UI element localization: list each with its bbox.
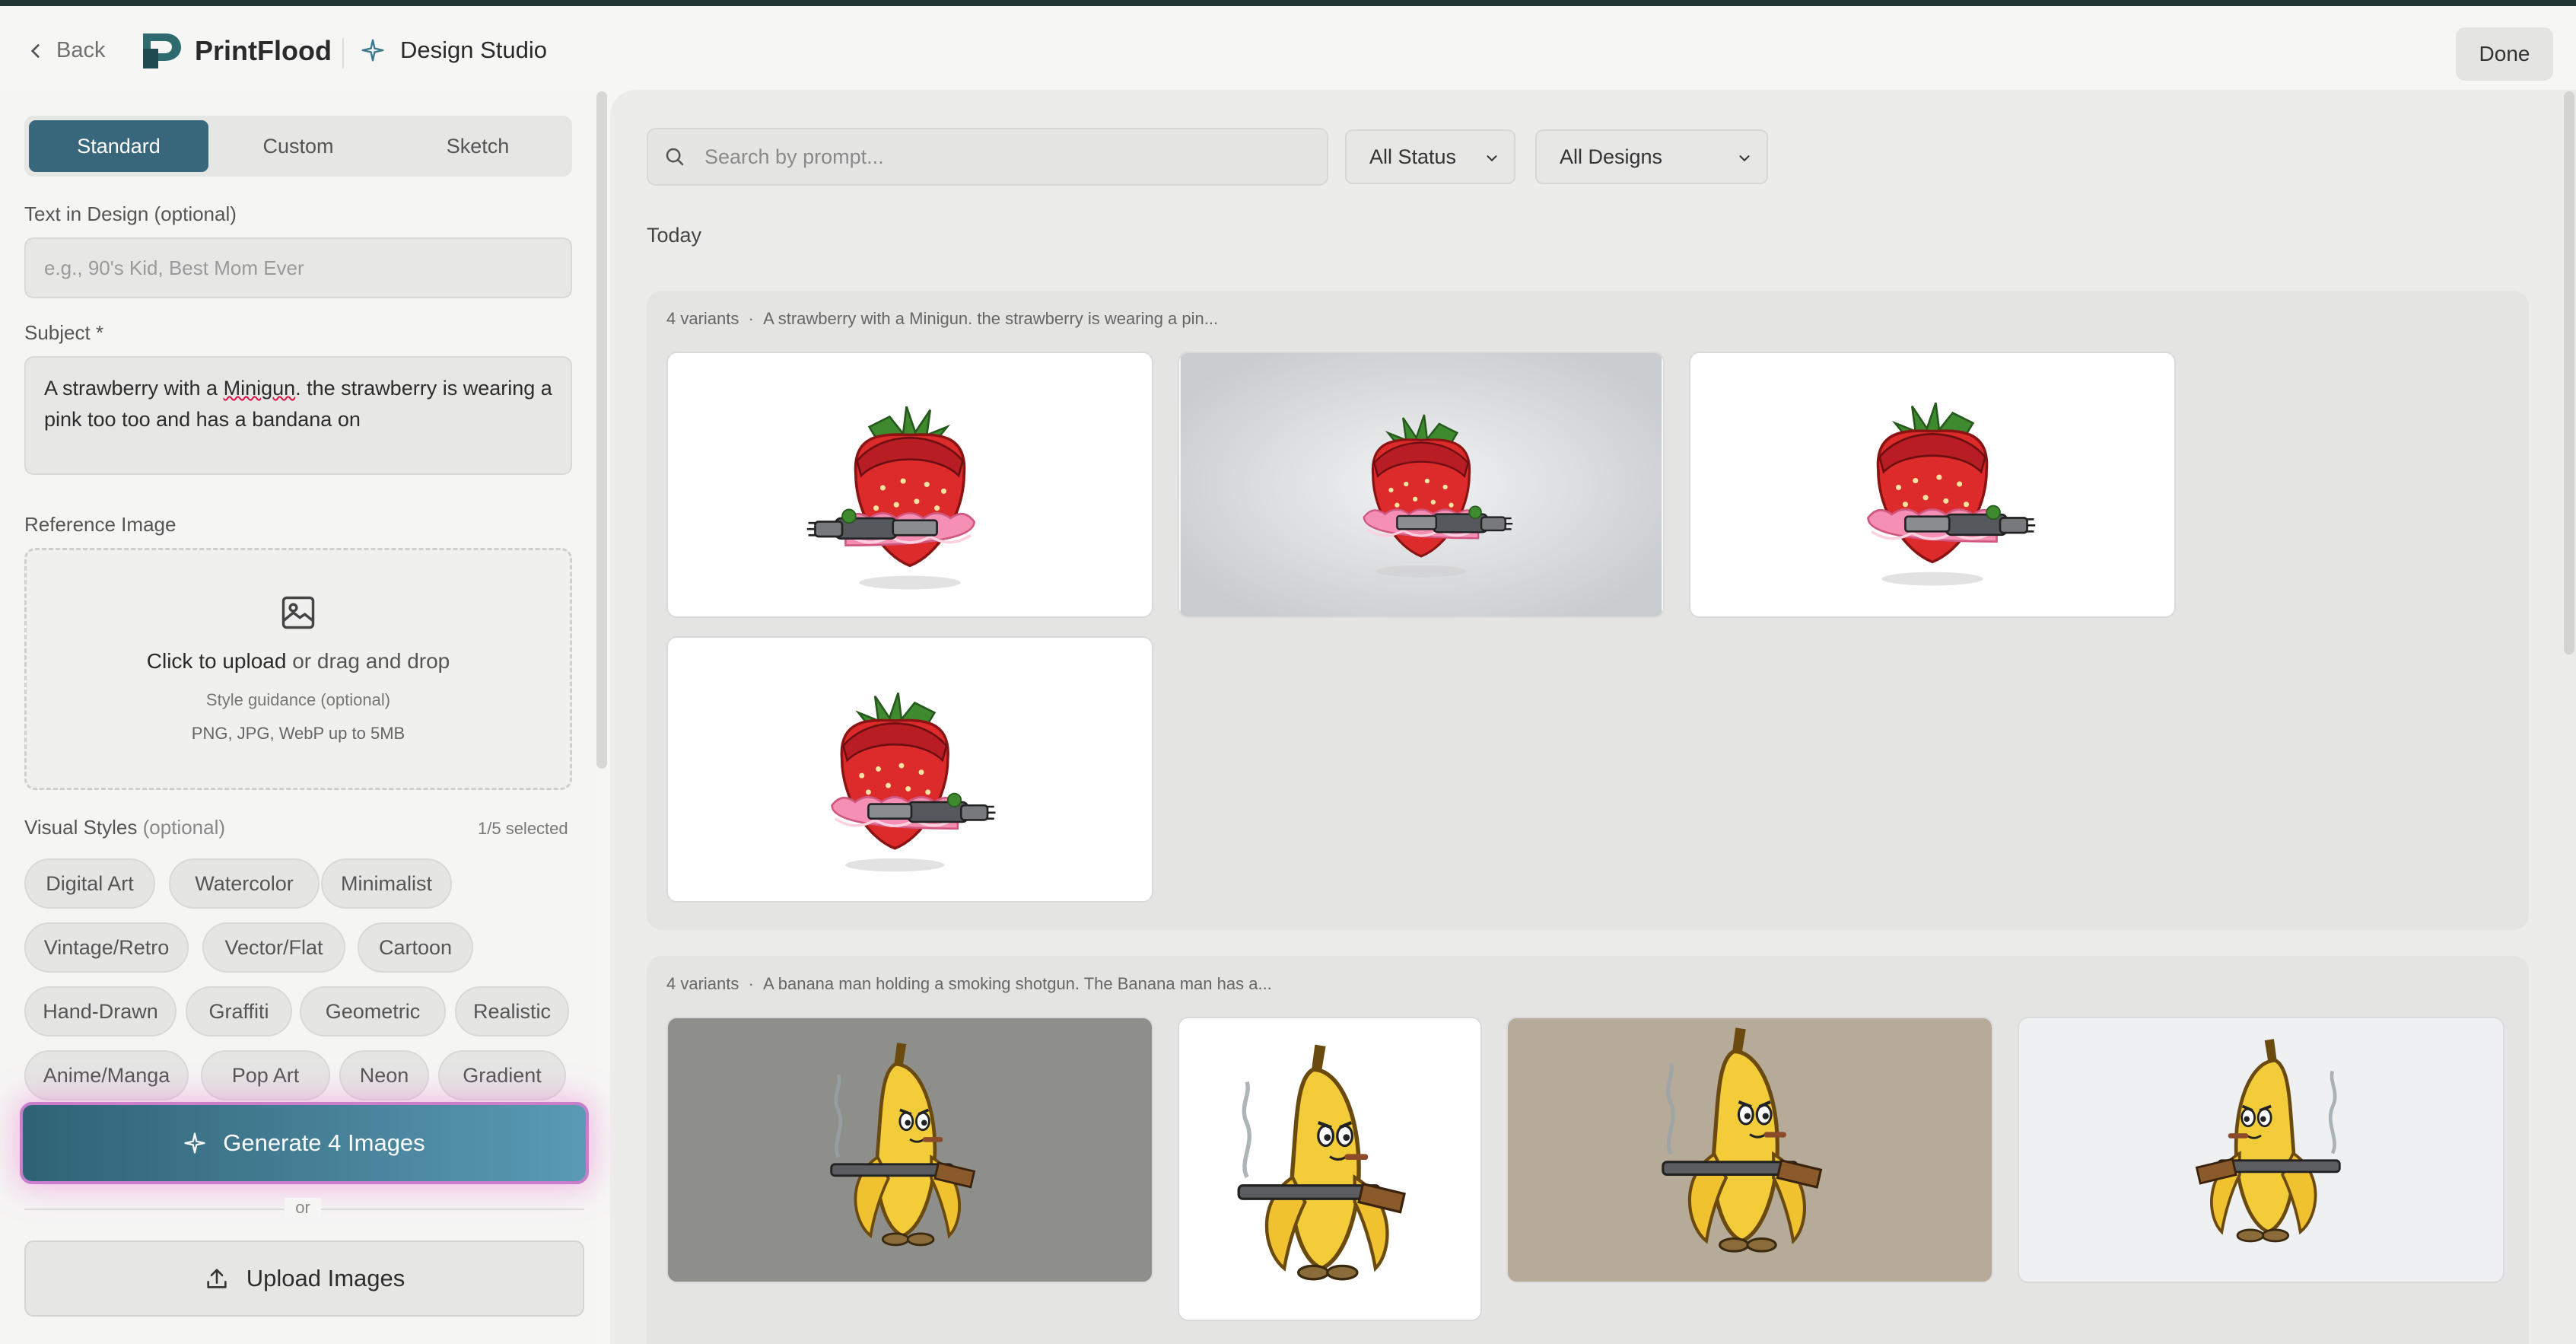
design-thumbnail[interactable]	[2018, 1017, 2504, 1283]
chip-pop-art[interactable]: Pop Art	[201, 1050, 330, 1100]
design-filter-select[interactable]: All Designs	[1535, 129, 1768, 184]
chip-vintage-retro[interactable]: Vintage/Retro	[24, 922, 189, 973]
generate-button[interactable]: Generate 4 Images	[23, 1105, 586, 1181]
reference-image-dropzone[interactable]: Click to upload or drag and drop Style g…	[24, 548, 572, 790]
group-variant-count: 4 variants	[666, 309, 739, 328]
status-filter-value: All Status	[1369, 145, 1457, 168]
design-thumbnail[interactable]	[1178, 1017, 1482, 1321]
banana-design-image	[1179, 1018, 1480, 1320]
upload-images-label: Upload Images	[246, 1265, 405, 1291]
group-variant-count: 4 variants	[666, 974, 739, 993]
chevron-left-icon	[30, 43, 40, 58]
header-divider	[342, 38, 344, 68]
variant-group: 4 variants · A banana man holding a smok…	[647, 956, 2529, 1344]
printflood-logo-icon	[143, 33, 181, 68]
tab-custom[interactable]: Custom	[208, 120, 388, 172]
design-thumbnail[interactable]	[666, 636, 1153, 903]
app-header: Back PrintFlood Design Studio Done	[0, 6, 2576, 90]
upload-icon	[207, 1269, 227, 1288]
text-in-design-placeholder: e.g., 90's Kid, Best Mom Ever	[44, 256, 304, 279]
design-thumbnail[interactable]	[666, 1017, 1153, 1283]
chevron-down-icon	[1487, 155, 1497, 162]
chip-hand-drawn[interactable]: Hand-Drawn	[24, 986, 177, 1037]
chip-geometric[interactable]: Geometric	[300, 986, 446, 1037]
drag-drop-text: or drag and drop	[286, 649, 450, 673]
group-caption: 4 variants · A banana man holding a smok…	[666, 974, 1272, 993]
visual-styles-label: Visual Styles (optional)	[24, 816, 225, 839]
design-thumbnail[interactable]	[666, 352, 1153, 618]
search-input[interactable]: Search by prompt...	[647, 128, 1328, 186]
back-button[interactable]: Back	[26, 38, 105, 63]
click-to-upload-text[interactable]: Click to upload	[147, 649, 287, 673]
strawberry-design-image	[669, 638, 1151, 901]
design-filter-value: All Designs	[1560, 145, 1663, 168]
tab-standard[interactable]: Standard	[29, 120, 208, 172]
subject-text-start: A strawberry with a	[44, 377, 224, 400]
chip-digital-art[interactable]: Digital Art	[24, 858, 155, 909]
sparkle-icon	[184, 1132, 205, 1154]
subject-textarea[interactable]: A strawberry with a Minigun. the strawbe…	[24, 356, 572, 475]
chip-cartoon[interactable]: Cartoon	[358, 922, 473, 973]
group-caption: 4 variants · A strawberry with a Minigun…	[666, 309, 1219, 328]
generate-label: Generate 4 Images	[223, 1129, 425, 1156]
brand-logo[interactable]: PrintFlood	[140, 30, 332, 72]
date-heading: Today	[647, 224, 702, 247]
search-icon	[666, 148, 684, 166]
chip-vector-flat[interactable]: Vector/Flat	[202, 922, 345, 973]
dropzone-title: Click to upload or drag and drop	[147, 649, 450, 674]
section-title-text: Design Studio	[400, 37, 548, 63]
section-title: Design Studio	[361, 37, 547, 64]
variant-group: 4 variants · A strawberry with a Minigun…	[647, 291, 2529, 930]
mode-tabs: Standard Custom Sketch	[24, 116, 572, 177]
design-thumbnail[interactable]	[1689, 352, 2176, 618]
text-in-design-input[interactable]: e.g., 90's Kid, Best Mom Ever	[24, 237, 572, 298]
strawberry-design-image	[1691, 353, 2174, 616]
chip-realistic[interactable]: Realistic	[455, 986, 569, 1037]
visual-styles-title: Visual Styles	[24, 816, 138, 839]
tab-sketch[interactable]: Sketch	[388, 120, 568, 172]
design-thumbnail[interactable]	[1178, 352, 1665, 618]
text-in-design-label: Text in Design (optional)	[24, 202, 237, 225]
chip-anime-manga[interactable]: Anime/Manga	[24, 1050, 189, 1100]
upload-images-button[interactable]: Upload Images	[24, 1240, 584, 1317]
brand-name: PrintFlood	[195, 35, 332, 66]
visual-styles-optional: (optional)	[142, 816, 226, 839]
chip-graffiti[interactable]: Graffiti	[186, 986, 292, 1037]
chip-neon[interactable]: Neon	[339, 1050, 429, 1100]
sparkle-icon	[361, 39, 384, 62]
banana-design-image	[669, 1018, 1151, 1282]
strawberry-design-image	[1180, 353, 1662, 616]
design-thumbnail[interactable]	[1506, 1017, 1993, 1283]
gallery-panel: Search by prompt... All Status All Desig…	[610, 90, 2576, 1344]
chip-minimalist[interactable]: Minimalist	[321, 858, 452, 909]
strawberry-design-image	[669, 353, 1151, 616]
or-text: or	[285, 1198, 321, 1218]
dropzone-hint: Style guidance (optional)	[205, 690, 391, 709]
reference-image-label: Reference Image	[24, 513, 177, 536]
search-placeholder: Search by prompt...	[704, 145, 884, 168]
back-label: Back	[56, 38, 106, 62]
sidebar-scrollbar[interactable]	[596, 91, 607, 769]
banana-design-image	[1509, 1018, 1991, 1282]
design-sidebar: Standard Custom Sketch Text in Design (o…	[0, 90, 596, 1344]
visual-styles-count: 1/5 selected	[478, 819, 568, 838]
done-button[interactable]: Done	[2456, 27, 2553, 81]
image-icon	[281, 596, 315, 629]
group-prompt: A banana man holding a smoking shotgun. …	[763, 974, 1272, 993]
dropzone-formats: PNG, JPG, WebP up to 5MB	[191, 724, 405, 743]
subject-spellcheck-word: Minigun	[223, 377, 296, 400]
group-prompt: A strawberry with a Minigun. the strawbe…	[763, 309, 1219, 328]
banana-design-image	[2020, 1018, 2502, 1282]
window-top-strip	[0, 0, 2576, 6]
chip-watercolor[interactable]: Watercolor	[169, 858, 320, 909]
subject-label: Subject *	[24, 321, 104, 344]
status-filter-select[interactable]: All Status	[1345, 129, 1515, 184]
gallery-scrollbar[interactable]	[2564, 91, 2574, 654]
chevron-down-icon	[1739, 155, 1750, 162]
chip-gradient[interactable]: Gradient	[438, 1050, 566, 1100]
